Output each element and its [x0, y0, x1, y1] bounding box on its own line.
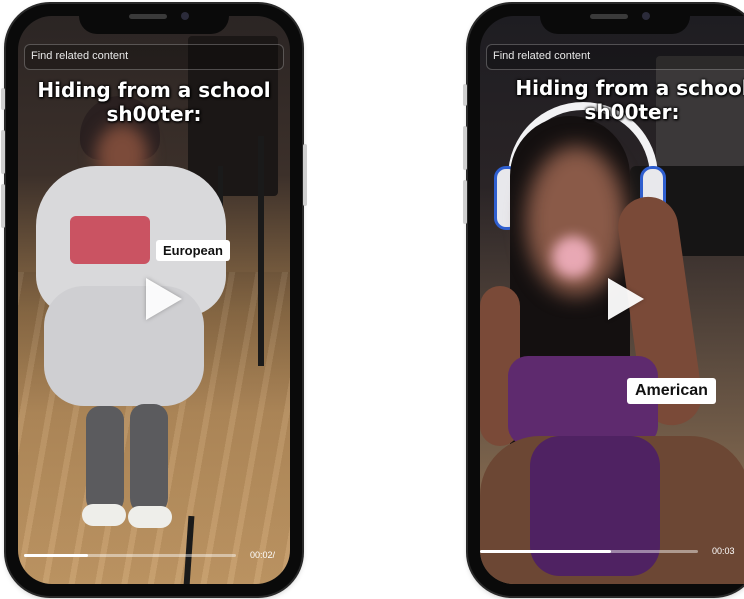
left-play-icon[interactable]	[146, 278, 182, 320]
stage: Find related content Hiding from a schoo…	[0, 0, 744, 599]
left-camera	[181, 12, 189, 20]
right-progress-fill	[480, 550, 611, 553]
left-phone-power-button	[303, 144, 307, 206]
left-progress-bar[interactable]	[24, 554, 236, 557]
left-speaker	[129, 14, 167, 19]
right-find-related-label: Find related content	[493, 50, 591, 62]
right-find-related-bar[interactable]: Find related content	[486, 44, 744, 70]
left-progress-fill	[24, 554, 88, 557]
left-time-label: 00:02/	[250, 550, 276, 560]
right-caption-line1: Hiding from a school	[515, 76, 744, 100]
right-speaker	[590, 14, 628, 19]
right-phone-volume-up	[463, 126, 467, 170]
left-phone-mute-switch	[1, 88, 5, 110]
right-caption-line2: sh00ter:	[584, 100, 680, 124]
left-tag-label: European	[156, 240, 230, 261]
right-phone-mute-switch	[463, 84, 467, 106]
left-caption-line2: sh00ter:	[106, 102, 202, 126]
left-find-related-label: Find related content	[31, 50, 129, 62]
left-caption: Hiding from a school sh00ter:	[18, 78, 290, 126]
right-video-screen[interactable]: Find related content Hiding from a schoo…	[480, 16, 744, 584]
right-progress-bar[interactable]	[480, 550, 698, 553]
right-phone-frame: Find related content Hiding from a schoo…	[463, 4, 744, 596]
left-video-screen[interactable]: Find related content Hiding from a schoo…	[18, 16, 290, 584]
right-phone-volume-down	[463, 180, 467, 224]
right-camera	[642, 12, 650, 20]
right-time-label: 00:03	[712, 546, 735, 556]
left-phone-frame: Find related content Hiding from a schoo…	[1, 4, 307, 596]
right-notch	[540, 4, 690, 34]
left-caption-line1: Hiding from a school	[37, 78, 271, 102]
left-find-related-bar[interactable]: Find related content	[24, 44, 284, 70]
left-phone-volume-down	[1, 184, 5, 228]
left-notch	[79, 4, 229, 34]
right-caption: Hiding from a school sh00ter:	[490, 76, 744, 124]
right-tag-label: American	[627, 378, 716, 404]
right-play-icon[interactable]	[608, 278, 644, 320]
left-phone-volume-up	[1, 130, 5, 174]
